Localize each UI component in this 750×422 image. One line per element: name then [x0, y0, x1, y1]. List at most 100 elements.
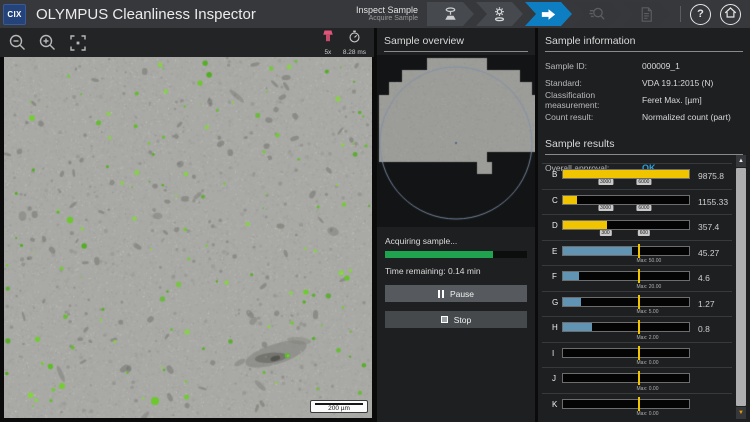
bar-track: [562, 271, 690, 281]
acquisition-status: Acquiring sample...: [385, 236, 527, 246]
cleanliness-inspector-app: CIX OLYMPUS Cleanliness Inspector Inspec…: [0, 0, 750, 422]
bar-track: [562, 169, 690, 179]
bar-track: [562, 322, 690, 332]
class-bar: Max: 20.00: [562, 271, 690, 291]
step-setup-acquisition[interactable]: [476, 2, 523, 26]
acquisition-progress-bar: [385, 251, 527, 258]
workflow-steps: [427, 2, 670, 26]
zoom-out-button[interactable]: [7, 32, 28, 53]
sample-results-title: Sample results: [545, 131, 743, 155]
info-label: Sample ID:: [545, 61, 642, 71]
help-button[interactable]: ?: [690, 4, 711, 25]
class-letter: C: [552, 196, 558, 205]
result-row-G: GMax: 5.001.27: [542, 291, 732, 317]
fit-to-screen-button[interactable]: [67, 32, 88, 53]
bar-fill: [563, 247, 632, 255]
step-acquire-sample[interactable]: [525, 2, 572, 26]
scale-bar: 200 µm: [310, 400, 368, 413]
class-bar: 30006000: [562, 169, 690, 189]
workflow-substep-title: Acquire Sample: [356, 15, 418, 23]
limit-marker-label: Max: 20.00: [637, 284, 662, 290]
bar-track: [562, 297, 690, 307]
class-bar: Max: 0.00: [562, 348, 690, 368]
scale-tick: 600: [638, 230, 650, 236]
specimen-image[interactable]: 200 µm: [4, 57, 372, 418]
sample-overview-panel: Sample overview Acquiring sample... Time…: [377, 28, 535, 422]
info-row-sample-id: Sample ID: 000009_1: [545, 57, 743, 74]
workflow-step-label: Inspect Sample Acquire Sample: [356, 5, 427, 23]
bar-track: [562, 348, 690, 358]
class-letter: E: [552, 247, 557, 256]
result-row-D: D300600357.4: [542, 214, 732, 240]
objective-indicator: 5x: [322, 30, 334, 56]
overview-title: Sample overview: [384, 28, 528, 52]
class-letter: I: [552, 349, 554, 358]
class-letter: J: [552, 374, 556, 383]
pause-icon: [438, 290, 444, 298]
home-icon: [723, 5, 738, 23]
bar-track: [562, 220, 690, 230]
class-letter: D: [552, 221, 558, 230]
info-label: Classification measurement:: [545, 90, 642, 110]
sample-information-rows: Sample ID: 000009_1 Standard: VDA 19.1:2…: [538, 57, 750, 125]
stop-label: Stop: [454, 315, 472, 325]
scrollbar-thumb[interactable]: [736, 168, 746, 406]
results-list: B300060009875.8C300060001155.33D30060035…: [542, 163, 732, 418]
class-bar: 30006000: [562, 195, 690, 215]
class-bar: Max: 50.00: [562, 246, 690, 266]
workflow-step-title: Inspect Sample: [356, 5, 418, 15]
scroll-down-arrow[interactable]: ▼: [736, 407, 746, 419]
class-letter: B: [552, 170, 557, 179]
bar-fill: [563, 221, 607, 229]
results-scrollbar[interactable]: ▲ ▼: [736, 155, 746, 419]
bar-track: [562, 373, 690, 383]
result-row-F: F Max: 20.00 4.6: [542, 265, 732, 291]
scale-tick: 3000: [598, 205, 613, 211]
info-value: Normalized count (part): [642, 112, 731, 122]
bar-track: [562, 399, 690, 409]
sample-overview-map[interactable]: [377, 55, 535, 227]
class-value: 1.27: [698, 299, 715, 309]
overview-map-canvas[interactable]: [377, 55, 535, 227]
home-button[interactable]: [720, 4, 741, 25]
exposure-value: 8.28 ms: [343, 49, 366, 56]
class-value: 4.6: [698, 273, 710, 283]
class-letter: G: [552, 298, 558, 307]
specimen-canvas[interactable]: [4, 57, 372, 418]
info-value: 000009_1: [642, 61, 680, 71]
sample-results-panel: Sample information Sample ID: 000009_1 S…: [538, 28, 750, 422]
step-review-results[interactable]: [574, 2, 621, 26]
bar-fill: [563, 170, 689, 178]
pause-button[interactable]: Pause: [385, 285, 527, 302]
arrow-right-icon: [539, 5, 558, 24]
class-letter: F: [552, 272, 557, 281]
bar-track: [562, 246, 690, 256]
bar-fill: [563, 323, 592, 331]
info-value: Feret Max. [µm]: [642, 95, 702, 105]
class-letter: K: [552, 400, 557, 409]
result-row-H: HMax: 2.000.8: [542, 316, 732, 342]
result-row-I: I Max: 0.00: [542, 342, 732, 368]
class-value: 9875.8: [698, 171, 724, 181]
result-row-B: B 30006000 9875.8: [542, 163, 732, 189]
class-letter: H: [552, 323, 558, 332]
scroll-up-arrow[interactable]: ▲: [736, 155, 746, 167]
limit-marker: [638, 244, 640, 258]
magnification-value: 5x: [324, 49, 331, 56]
limit-marker: [638, 269, 640, 283]
result-row-E: EMax: 50.0045.27: [542, 240, 732, 266]
step-load-sample[interactable]: [427, 2, 474, 26]
title-bar: CIX OLYMPUS Cleanliness Inspector Inspec…: [0, 0, 750, 28]
scale-tick: 300: [599, 230, 611, 236]
info-row-standard: Standard: VDA 19.1:2015 (N): [545, 74, 743, 91]
class-bar: Max: 0.00: [562, 373, 690, 393]
app-title: OLYMPUS Cleanliness Inspector: [36, 6, 256, 23]
review-magnifier-icon: [588, 5, 607, 24]
result-row-J: J Max: 0.00: [542, 367, 732, 393]
limit-marker: [638, 346, 640, 360]
zoom-in-button[interactable]: [37, 32, 58, 53]
info-row-classification: Classification measurement: Feret Max. […: [545, 91, 743, 108]
step-create-report[interactable]: [623, 2, 670, 26]
stop-button[interactable]: Stop: [385, 311, 527, 328]
acquisition-progress-fill: [385, 251, 493, 258]
